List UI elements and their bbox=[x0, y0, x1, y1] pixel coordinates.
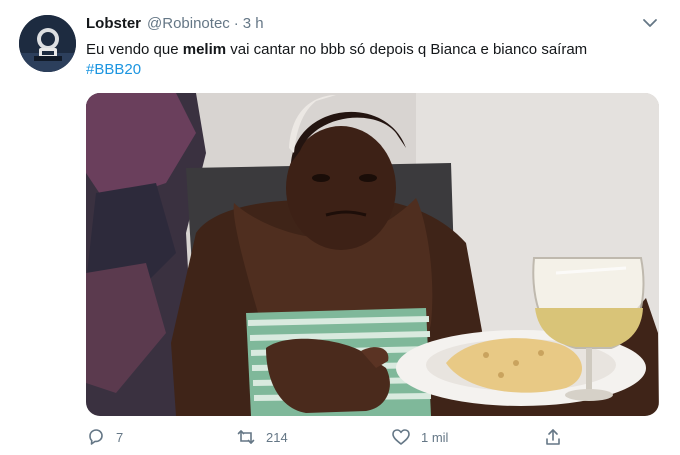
reply-button[interactable]: 7 bbox=[86, 426, 123, 448]
like-button[interactable]: 1 mil bbox=[391, 426, 448, 448]
more-options-button[interactable] bbox=[641, 16, 659, 30]
tweet-text-line: Eu vendo que melim vai cantar no bbb só … bbox=[86, 40, 666, 60]
reply-count: 7 bbox=[116, 429, 124, 445]
heart-icon bbox=[392, 429, 410, 445]
retweet-icon bbox=[237, 430, 255, 444]
chevron-down-icon bbox=[643, 19, 657, 27]
text-bold: melim bbox=[182, 41, 227, 58]
tweet-text: Eu vendo que melim vai cantar no bbb só … bbox=[86, 40, 666, 80]
hashtag-link[interactable]: #BBB20 bbox=[86, 61, 141, 78]
retweet-button[interactable]: 214 bbox=[236, 426, 288, 448]
retweet-count: 214 bbox=[266, 429, 288, 445]
reply-icon bbox=[89, 429, 103, 445]
tweet-actions: 7 214 1 mil bbox=[86, 426, 666, 448]
text-part-1: Eu vendo que bbox=[86, 41, 183, 58]
tweet-photo[interactable] bbox=[86, 93, 659, 416]
photo-image bbox=[86, 93, 659, 416]
time-separator: · bbox=[233, 15, 239, 32]
share-button[interactable] bbox=[543, 426, 563, 448]
share-icon bbox=[546, 429, 560, 445]
avatar[interactable] bbox=[19, 15, 76, 72]
author-handle[interactable]: @Robinotec bbox=[147, 15, 230, 32]
tweet-time[interactable]: 3 h bbox=[243, 15, 264, 32]
tweet-card[interactable]: Lobster @Robinotec · 3 h Eu vendo que me… bbox=[0, 0, 680, 455]
avatar-image bbox=[19, 15, 76, 72]
tweet-header: Lobster @Robinotec · 3 h bbox=[86, 15, 264, 35]
like-count: 1 mil bbox=[421, 429, 449, 445]
hashtag-line: #BBB20 bbox=[86, 60, 666, 80]
author-name[interactable]: Lobster bbox=[86, 15, 141, 32]
text-part-2: vai cantar no bbb só depois q Bianca e b… bbox=[226, 41, 588, 58]
